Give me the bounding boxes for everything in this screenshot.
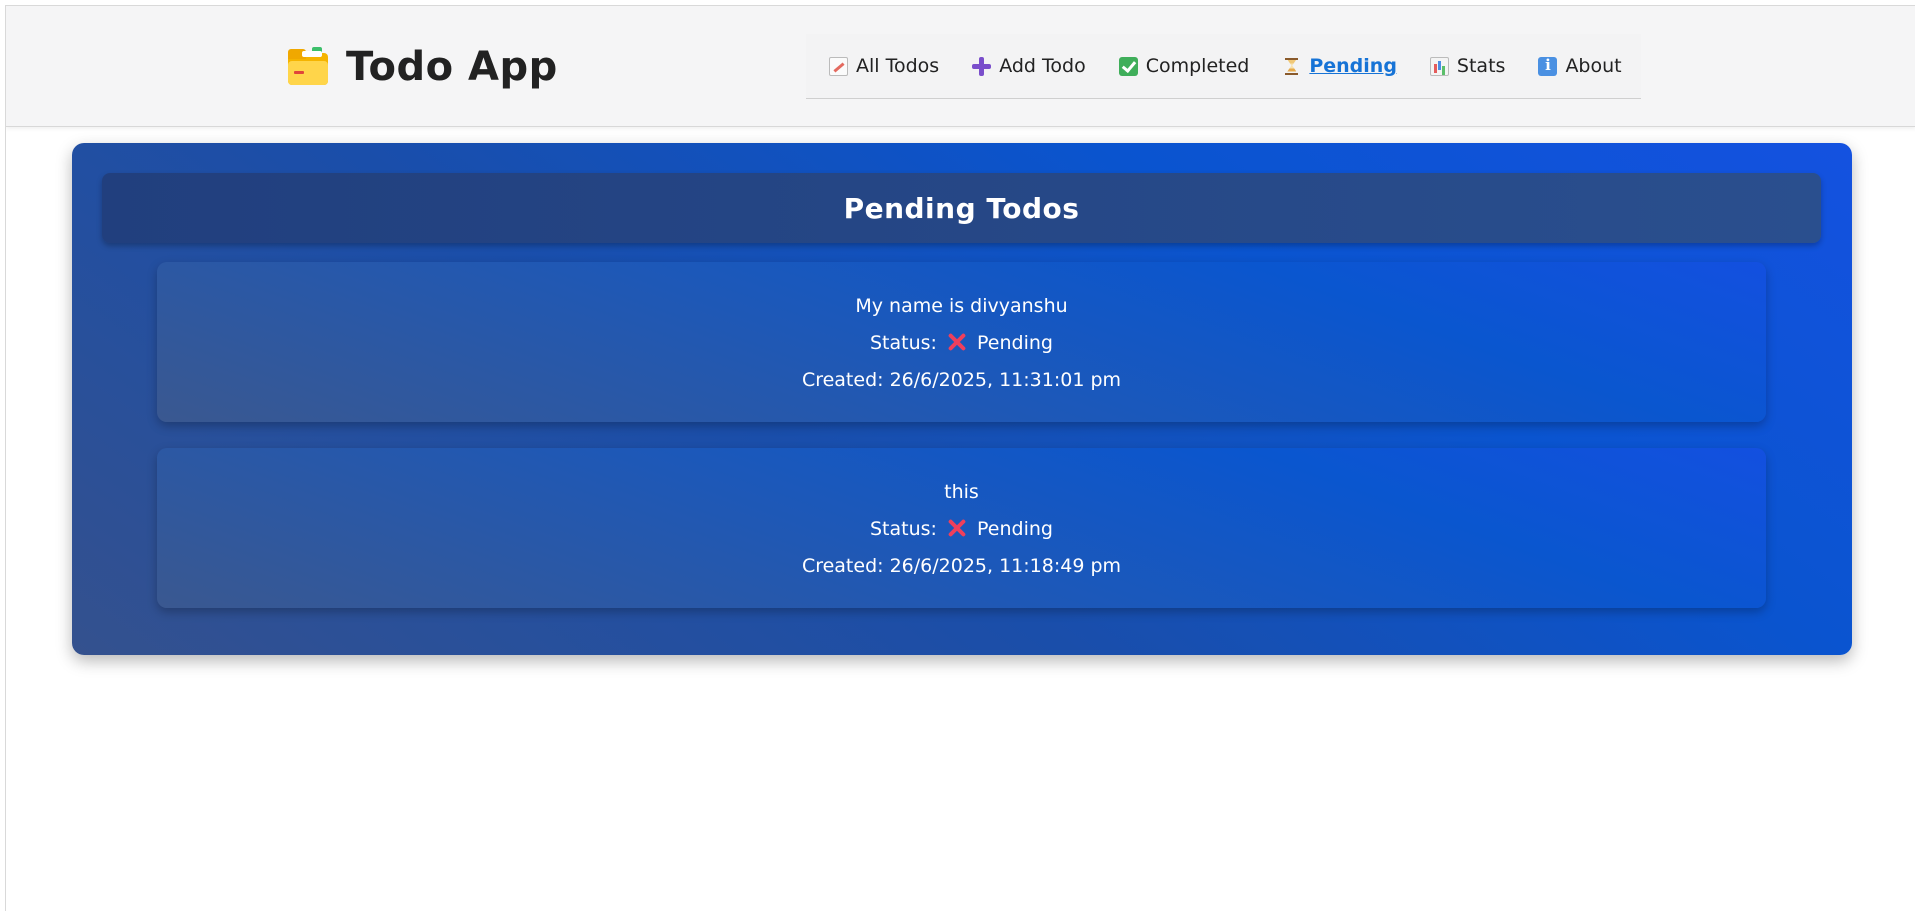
todo-card[interactable]: My name is divyanshu Status: Pending Cre… <box>157 262 1766 422</box>
brand[interactable]: Todo App <box>288 38 558 96</box>
todo-status: Status: Pending <box>157 518 1766 540</box>
app-header: Todo App All Todos Add Todo Completed Pe… <box>6 6 1915 127</box>
cross-mark-icon <box>947 332 967 352</box>
todo-text: My name is divyanshu <box>855 295 1068 317</box>
nav-completed[interactable]: Completed <box>1118 55 1250 77</box>
app-window: Todo App All Todos Add Todo Completed Pe… <box>5 5 1915 911</box>
nav-about[interactable]: About <box>1538 55 1622 77</box>
created-label: Created: <box>801 369 884 391</box>
nav-label: Completed <box>1145 55 1250 77</box>
nav-pending[interactable]: Pending <box>1282 55 1397 77</box>
nav-stats[interactable]: Stats <box>1429 55 1506 77</box>
todo-created: Created: 26/6/2025, 11:18:49 pm <box>157 555 1766 577</box>
nav-label: Stats <box>1456 55 1506 77</box>
main-nav: All Todos Add Todo Completed Pending Sta… <box>806 34 1641 99</box>
status-value: Pending <box>977 518 1053 540</box>
created-label: Created: <box>801 555 884 577</box>
app-title: Todo App <box>346 44 558 90</box>
nav-label: About <box>1565 55 1622 77</box>
nav-label: Pending <box>1309 55 1397 77</box>
folder-icon <box>288 47 328 85</box>
bar-chart-icon <box>1429 56 1449 76</box>
todo-status: Status: Pending <box>157 332 1766 354</box>
panel-header: Pending Todos <box>102 173 1821 243</box>
cross-mark-icon <box>947 518 967 538</box>
status-label: Status: <box>869 332 937 354</box>
plus-icon <box>972 56 992 76</box>
hourglass-icon <box>1282 57 1301 76</box>
todo-card[interactable]: this Status: Pending Created: 26/6/2025,… <box>157 448 1766 608</box>
nav-label: Add Todo <box>999 55 1086 77</box>
page-title: Pending Todos <box>843 191 1080 225</box>
todo-created: Created: 26/6/2025, 11:31:01 pm <box>157 369 1766 391</box>
todo-text: this <box>944 481 979 503</box>
nav-all-todos[interactable]: All Todos <box>829 55 939 77</box>
status-label: Status: <box>869 518 937 540</box>
check-icon <box>1118 56 1138 76</box>
created-at: 26/6/2025, 11:31:01 pm <box>889 369 1122 391</box>
nav-add-todo[interactable]: Add Todo <box>972 55 1086 77</box>
nav-label: All Todos <box>856 55 940 77</box>
pending-todos-panel: Pending Todos My name is divyanshu Statu… <box>72 143 1852 655</box>
created-at: 26/6/2025, 11:18:49 pm <box>889 555 1122 577</box>
status-value: Pending <box>977 332 1053 354</box>
info-icon <box>1538 56 1558 76</box>
memo-icon <box>829 56 848 76</box>
